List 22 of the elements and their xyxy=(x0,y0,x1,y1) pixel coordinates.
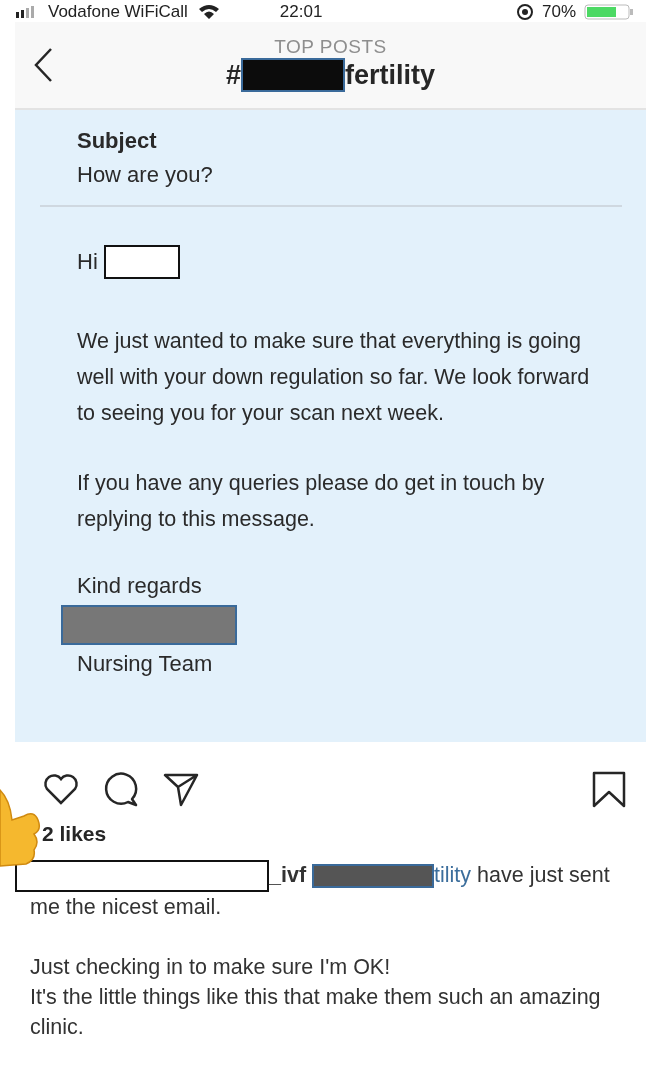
subject-label: Subject xyxy=(77,128,158,154)
team-name: Nursing Team xyxy=(77,651,214,677)
bookmark-icon[interactable] xyxy=(590,770,628,808)
comment-icon[interactable] xyxy=(102,770,140,808)
caption-text: _ivf tility have just sent me the nicest email. xyxy=(30,860,616,923)
mention-link[interactable]: tility xyxy=(312,863,472,887)
hashtag-title: fertility xyxy=(345,59,436,91)
email-paragraph: If you have any queries please do get in touch by replying to this message. xyxy=(77,470,546,533)
battery-icon xyxy=(584,4,636,20)
sign-off: Kind regards xyxy=(77,573,203,599)
wifi-icon xyxy=(197,4,220,20)
caption-body: Just checking in to make sure I'm OK! It's the little things like this that make them such an amazing clinic. xyxy=(30,954,602,1042)
hashtag-prefix: # xyxy=(225,59,241,91)
page-title: TOP POSTS xyxy=(274,36,387,58)
carrier-name: Vodafone WiFiCall xyxy=(48,2,188,22)
greeting: Hi xyxy=(77,249,98,275)
back-icon[interactable] xyxy=(33,47,53,83)
battery-percentage: 70% xyxy=(541,2,576,22)
like-count[interactable]: 2 likes xyxy=(42,822,646,846)
email-subject: How are you? xyxy=(77,162,214,188)
clock: 22:01 xyxy=(279,2,323,22)
email-paragraph: We just wanted to make sure that everything is going well with your down regulation so far. We look forward to seeing you for your scan next week. xyxy=(77,328,591,427)
